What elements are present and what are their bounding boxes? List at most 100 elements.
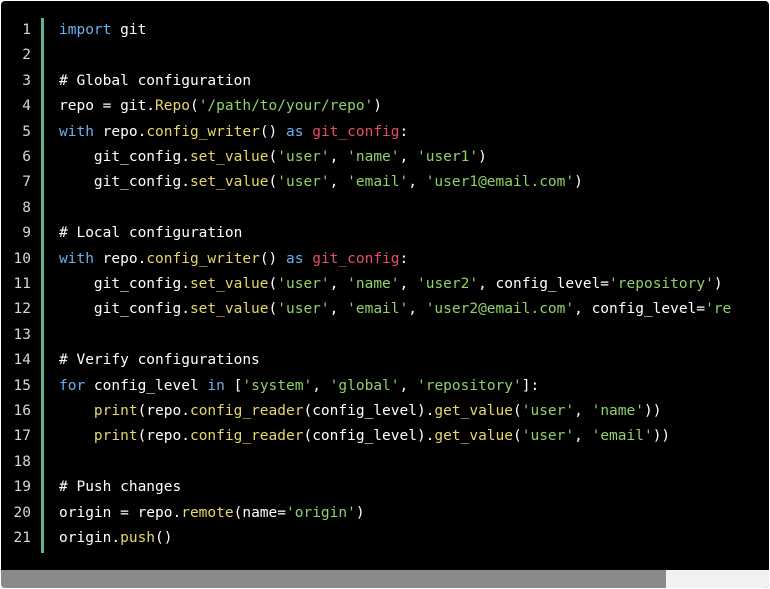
code-token: , [329,301,348,318]
code-token: # Verify configurations [59,352,260,369]
code-token: # Local configuration [59,225,243,242]
line-number: 12 [13,301,31,318]
code-token: print [93,428,138,445]
code-token: 'system' [242,377,313,394]
code-line[interactable]: print(repo.config_reader(config_level).g… [59,399,662,424]
code-token: git_config [312,123,400,140]
code-line[interactable]: print(repo.config_reader(config_level).g… [59,424,670,449]
code-token: config_writer [146,250,260,267]
code-line[interactable]: for config_level in ['system', 'global',… [59,374,539,399]
code-line[interactable]: with repo.config_writer() as git_config: [59,120,408,145]
code-token: , [574,428,592,445]
code-line[interactable]: # Global configuration [59,69,251,94]
code-line[interactable]: git_config.set_value('user', 'name', 'us… [59,145,487,170]
horizontal-scrollbar[interactable] [1,570,769,588]
code-token: () [259,123,287,140]
code-window: 1 2 3 4 5 6 7 8 9 10 11 12 13 14 15 16 17 18 19 20 21 import… [1,1,769,588]
code-token: , [408,301,426,318]
line-number: 16 [13,403,31,419]
code-area: 1 2 3 4 5 6 7 8 9 10 11 12 13 14 15 16 17 18 19 20 21 import… [1,18,769,554]
code-token: 'user' [277,149,330,165]
code-token: 'repository' [416,377,522,394]
code-line[interactable]: origin = repo.remote(name='origin') [59,501,365,526]
code-token: , config_level= [574,301,706,318]
code-token: repo. [93,123,147,140]
code-token: 'user' [521,428,575,445]
code-token: 'origin' [286,504,356,521]
line-number: 13 [13,326,31,343]
line-number-gutter: 1 2 3 4 5 6 7 8 9 10 11 12 13 14 15 16 17 18 19 20 21 [1,18,41,554]
code-token: 'global' [329,377,400,394]
line-number: 21 [13,530,31,546]
code-line[interactable]: # Local configuration [59,221,242,246]
code-line[interactable]: repo = git.Repo('/path/to/your/repo') [59,94,382,119]
code-token: (repo. [137,403,190,419]
line-number: 18 [13,453,31,470]
code-line[interactable]: with repo.config_writer() as git_config: [59,247,408,272]
code-token: ( [268,174,278,191]
code-token: , [399,276,417,292]
line-number: 19 [13,479,31,496]
scrollbar-thumb[interactable] [1,570,666,588]
code-line[interactable]: # Verify configurations [59,348,260,373]
code-token: for [59,377,86,394]
code-token: 'repository' [609,276,714,292]
code-token: ) [478,149,487,165]
code-token: (config_level). [303,403,435,419]
code-token: 'user2' [416,276,479,292]
code-token: repo. [93,250,147,267]
code-line[interactable]: git_config.set_value('user', 'email', 'u… [59,297,731,322]
code-token: set_value [189,174,269,191]
line-number: 20 [13,504,31,521]
code-token: , [329,276,348,292]
code-token: (repo. [137,428,190,445]
code-token: 'email' [347,174,409,191]
code-token: 're [705,301,732,318]
code-token: , config_level= [478,276,610,292]
line-number: 9 [22,225,31,242]
code-token: )) [652,428,671,445]
code-token: ( [268,276,278,292]
code-token: set_value [189,276,269,292]
code-line[interactable]: git_config.set_value('user', 'name', 'us… [59,272,723,297]
code-token: git_config [312,250,400,267]
code-token: print [93,403,138,419]
code-token: ( [268,149,278,165]
code-token: git_config. [59,276,190,292]
code-token: as [286,123,304,140]
code-token: # Global configuration [59,72,252,89]
code-token: as [286,250,304,267]
line-number: 11 [13,276,31,292]
code-token: config_reader [189,428,304,445]
code-token: config_level [85,377,208,394]
code-token: , [399,149,417,165]
code-token: : [399,123,409,140]
code-token: set_value [189,149,269,165]
code-token: import [59,22,112,38]
code-line[interactable]: # Push changes [59,475,181,500]
code-token: remote [181,504,234,521]
code-token: config_reader [189,403,304,419]
code-token: ( [268,301,278,318]
code-token: () [155,530,173,546]
line-number: 1 [22,22,31,38]
code-token: get_value [434,428,513,445]
line-number: 6 [22,149,31,165]
line-number: 4 [22,98,31,115]
code-token: git [111,22,147,38]
line-number: 15 [13,377,31,394]
code-token: 'user1' [416,149,479,165]
code-token: : [399,250,409,267]
code-token: config_writer [146,123,260,140]
code-token: , [574,403,592,419]
code-line[interactable]: git_config.set_value('user', 'email', 'u… [59,170,583,195]
code-token: 'name' [591,403,644,419]
code-token: 'user2@email.com' [425,301,575,318]
code-line[interactable]: import git [59,18,146,43]
code-line[interactable]: origin.push() [59,526,173,551]
code-token: origin. [59,530,121,546]
